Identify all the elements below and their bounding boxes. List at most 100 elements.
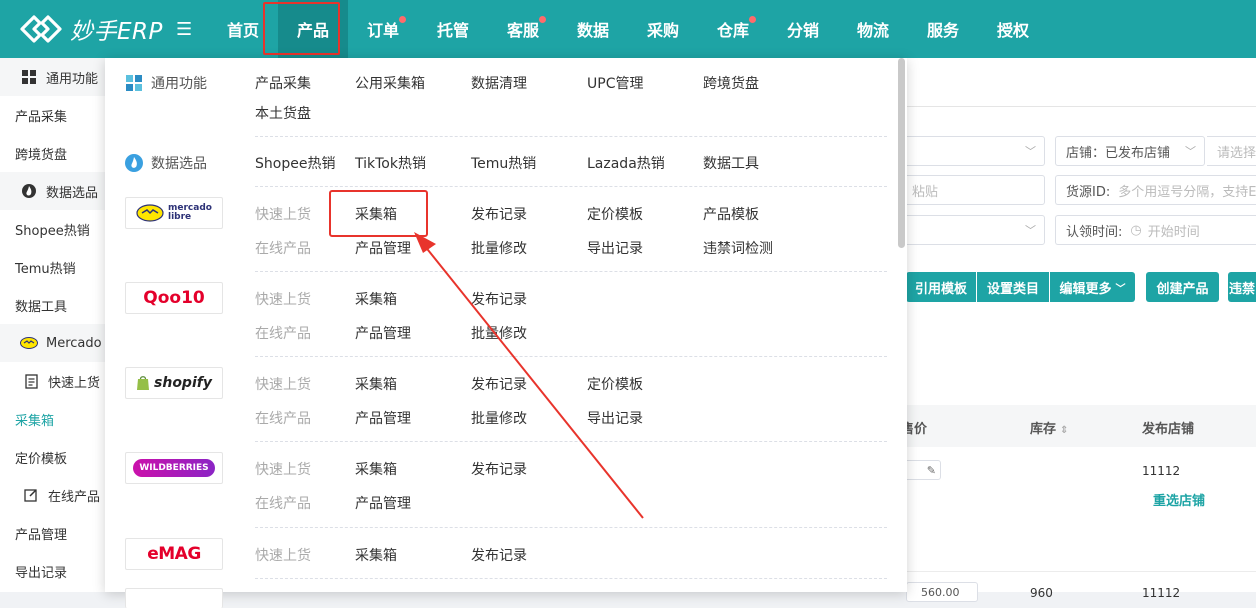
use-template-button[interactable]: 引用模板	[906, 272, 976, 302]
menu-link-qoo10-product-manage[interactable]: 产品管理	[355, 323, 411, 343]
store-filter-select[interactable]: 店铺：已发布店铺 ﹀	[1055, 136, 1205, 166]
violation-check-button[interactable]: 违禁	[1228, 272, 1256, 302]
nav-item-orders[interactable]: 订单	[348, 0, 418, 58]
store-select-input[interactable]: 请选择	[1207, 136, 1256, 166]
menu-link-tiktok-hot[interactable]: TikTok热销	[355, 153, 426, 173]
menu-link-mercado-pricing-template[interactable]: 定价模板	[587, 204, 643, 224]
claim-time-picker[interactable]: 认领时间: ◷ 开始时间	[1055, 215, 1256, 245]
shopping-bag-icon	[137, 376, 150, 390]
notification-dot	[539, 16, 546, 23]
menu-link-mercado-banned-words[interactable]: 违禁词检测	[703, 238, 773, 258]
column-header-store: 发布店铺	[1142, 422, 1195, 437]
nav-item-data[interactable]: 数据	[558, 0, 628, 58]
mercado-icon	[136, 204, 164, 222]
sidebar-item-product-collect[interactable]: 产品采集	[0, 96, 105, 134]
set-category-button[interactable]: 设置类目	[977, 272, 1049, 302]
price-edit-field[interactable]: ✎	[901, 460, 941, 480]
nav-item-purchase[interactable]: 采购	[628, 0, 698, 58]
quick-listing-label: 快速上货	[255, 377, 311, 393]
create-product-button[interactable]: 创建产品	[1146, 272, 1219, 302]
menu-link-public-collect-box[interactable]: 公用采集箱	[355, 73, 425, 93]
sidebar: 通用功能 产品采集 跨境货盘 数据选品 Shopee热销 Temu热销 数据工具…	[0, 58, 106, 592]
row-divider	[901, 571, 1256, 572]
nav-item-distribution[interactable]: 分销	[768, 0, 838, 58]
sidebar-item-shopee-hot[interactable]: Shopee热销	[0, 210, 105, 248]
menu-link-product-collect[interactable]: 产品采集	[255, 73, 311, 93]
sidebar-group-mercado[interactable]: Mercado Libre	[0, 324, 105, 362]
column-header-stock[interactable]: 库存 ⇕	[1030, 418, 1068, 437]
menu-link-emag-collect-box[interactable]: 采集箱	[355, 545, 397, 565]
menu-link-shopify-product-manage[interactable]: 产品管理	[355, 408, 411, 428]
nav-item-logistics[interactable]: 物流	[838, 0, 908, 58]
shopify-logo: shopify	[125, 367, 223, 399]
sidebar-group-data-selection[interactable]: 数据选品	[0, 172, 105, 210]
sidebar-group-general[interactable]: 通用功能	[0, 58, 105, 96]
menu-link-shopify-pricing-template[interactable]: 定价模板	[587, 374, 643, 394]
menu-link-shopee-hot[interactable]: Shopee热销	[255, 153, 335, 173]
sidebar-item-temu-hot[interactable]: Temu热销	[0, 248, 105, 286]
menu-link-upc-manage[interactable]: UPC管理	[587, 73, 643, 93]
menu-divider	[255, 136, 887, 137]
sidebar-item-data-tools[interactable]: 数据工具	[0, 286, 105, 324]
chevron-down-icon: ﹀	[1185, 145, 1196, 158]
nav-item-hosting[interactable]: 托管	[418, 0, 488, 58]
menu-link-shopify-collect-box[interactable]: 采集箱	[355, 374, 397, 394]
quick-listing-label: 快速上货	[255, 207, 311, 223]
menu-link-temu-hot[interactable]: Temu热销	[471, 153, 536, 173]
price-edit-field[interactable]: 560.00	[906, 582, 978, 602]
menu-link-shopify-export-records[interactable]: 导出记录	[587, 408, 643, 428]
menu-link-wildberries-product-manage[interactable]: 产品管理	[355, 493, 411, 513]
sort-icon: ⇕	[1060, 425, 1069, 436]
edit-more-button[interactable]: 编辑更多 ﹀	[1050, 272, 1135, 302]
menu-link-mercado-batch-edit[interactable]: 批量修改	[471, 238, 527, 258]
menu-divider	[255, 441, 887, 442]
nav-highlight-box	[263, 2, 340, 55]
menu-link-mercado-product-manage[interactable]: 产品管理	[355, 238, 411, 258]
filter-select[interactable]: ﹀	[901, 136, 1045, 166]
sidebar-item-quick-listing[interactable]: 快速上货	[0, 362, 105, 400]
sidebar-item-cross-border[interactable]: 跨境货盘	[0, 134, 105, 172]
menu-link-lazada-hot[interactable]: Lazada热销	[587, 153, 665, 173]
tab-divider	[901, 106, 1256, 107]
mercado-libre-logo: mercado libre	[125, 197, 223, 229]
menu-link-wildberries-collect-box[interactable]: 采集箱	[355, 459, 397, 479]
source-id-input[interactable]: 货源ID: 多个用逗号分隔，支持E	[1055, 175, 1256, 205]
quick-listing-label: 快速上货	[255, 292, 311, 308]
menu-link-data-tools[interactable]: 数据工具	[703, 153, 759, 173]
menu-scrollbar[interactable]	[898, 58, 905, 248]
nav-item-authorize[interactable]: 授权	[978, 0, 1048, 58]
nav-item-warehouse[interactable]: 仓库	[698, 0, 768, 58]
menu-link-wildberries-publish-records[interactable]: 发布记录	[471, 459, 527, 479]
menu-link-shopify-publish-records[interactable]: 发布记录	[471, 374, 527, 394]
table-header: 售价 库存 ⇕ 发布店铺	[901, 405, 1256, 447]
filter-select-2[interactable]: ﹀	[901, 215, 1045, 245]
app-name: 妙手ERP	[70, 19, 163, 45]
sidebar-item-product-manage[interactable]: 产品管理	[0, 514, 105, 552]
online-products-label: 在线产品	[255, 496, 311, 512]
menu-link-qoo10-batch-edit[interactable]: 批量修改	[471, 323, 527, 343]
app-logo[interactable]: 妙手ERP	[18, 9, 168, 49]
menu-toggle-icon[interactable]: ☰	[176, 19, 206, 40]
menu-link-mercado-product-template[interactable]: 产品模板	[703, 204, 759, 224]
menu-link-qoo10-collect-box[interactable]: 采集箱	[355, 289, 397, 309]
sidebar-item-export-records[interactable]: 导出记录	[0, 552, 105, 590]
flame-icon	[20, 183, 38, 199]
menu-link-qoo10-publish-records[interactable]: 发布记录	[471, 289, 527, 309]
paste-input[interactable]: 粘贴	[901, 175, 1045, 205]
menu-link-shopify-batch-edit[interactable]: 批量修改	[471, 408, 527, 428]
sidebar-item-online-products[interactable]: 在线产品	[0, 476, 105, 514]
nav-item-services[interactable]: 服务	[908, 0, 978, 58]
reselect-store-link[interactable]: 重选店铺	[1153, 490, 1205, 509]
collect-box-highlight	[329, 190, 428, 237]
menu-link-mercado-export-records[interactable]: 导出记录	[587, 238, 643, 258]
nav-item-service[interactable]: 客服	[488, 0, 558, 58]
menu-link-local-goods[interactable]: 本土货盘	[255, 103, 311, 123]
menu-link-emag-publish-records[interactable]: 发布记录	[471, 545, 527, 565]
menu-link-mercado-publish-records[interactable]: 发布记录	[471, 204, 527, 224]
menu-link-data-cleanup[interactable]: 数据清理	[471, 73, 527, 93]
menu-link-cross-border[interactable]: 跨境货盘	[703, 73, 759, 93]
sidebar-item-pricing-template[interactable]: 定价模板	[0, 438, 105, 476]
sidebar-item-collection-box[interactable]: 采集箱	[0, 400, 105, 438]
menu-divider	[255, 356, 887, 357]
notification-dot	[749, 16, 756, 23]
